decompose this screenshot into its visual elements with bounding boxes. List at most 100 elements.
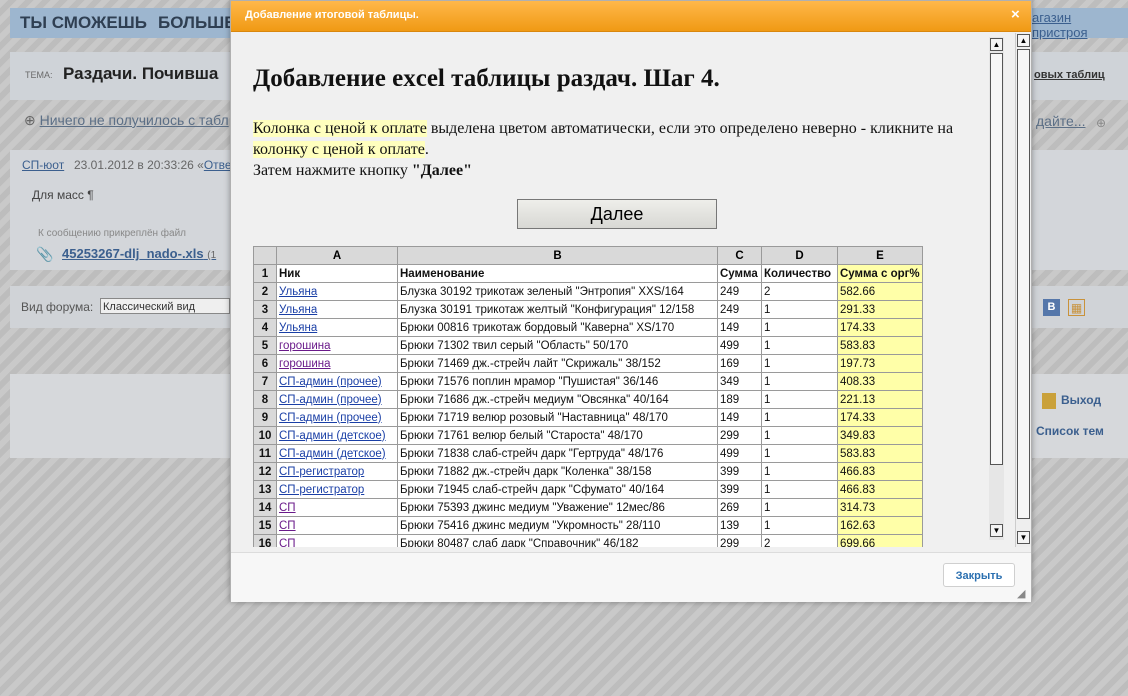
cell-total[interactable]: 583.83: [837, 444, 923, 463]
cell-sum[interactable]: 149: [717, 408, 762, 427]
cell-qty[interactable]: 1: [761, 498, 838, 517]
cell-sum[interactable]: 149: [717, 318, 762, 337]
nav-tab-more[interactable]: БОЛЬШЕ: [158, 13, 236, 33]
cell-qty[interactable]: 1: [761, 318, 838, 337]
cell-sum[interactable]: 169: [717, 354, 762, 373]
nick-link[interactable]: СП-админ (прочее): [279, 412, 382, 424]
cell-sum[interactable]: 299: [717, 534, 762, 547]
cell-sum[interactable]: 349: [717, 372, 762, 391]
cell-total[interactable]: 582.66: [837, 282, 923, 301]
cell-qty[interactable]: 1: [761, 516, 838, 535]
cell-nick[interactable]: Ульяна: [276, 282, 398, 301]
cell-nick[interactable]: СП-админ (прочее): [276, 408, 398, 427]
nick-link[interactable]: Ульяна: [279, 286, 317, 298]
outer-scroll-up-icon[interactable]: ▲: [1017, 34, 1030, 47]
nick-link[interactable]: СП-админ (прочее): [279, 394, 382, 406]
cell-name[interactable]: Брюки 71882 дж.-стрейч дарк "Коленка" 38…: [397, 462, 718, 481]
outer-scroll-down-icon[interactable]: ▼: [1017, 531, 1030, 544]
cell-qty[interactable]: 1: [761, 426, 838, 445]
nick-link[interactable]: СП: [279, 502, 296, 514]
cell-qty[interactable]: 1: [761, 354, 838, 373]
prev-topic-link[interactable]: ⊕ Ничего не получилось с табл: [24, 112, 229, 129]
cell-nick[interactable]: горошина: [276, 354, 398, 373]
cell-name[interactable]: Брюки 71945 слаб-стрейч дарк "Сфумато" 4…: [397, 480, 718, 499]
cell-nick[interactable]: Ульяна: [276, 318, 398, 337]
cell-name[interactable]: Брюки 80487 слаб дарк "Справочник" 46/18…: [397, 534, 718, 547]
cell-name[interactable]: Блузка 30192 трикотаж зеленый "Энтропия"…: [397, 282, 718, 301]
cell-total[interactable]: 466.83: [837, 462, 923, 481]
cell-qty[interactable]: 1: [761, 480, 838, 499]
cell-name[interactable]: Брюки 00816 трикотаж бордовый "Каверна" …: [397, 318, 718, 337]
col-header-e[interactable]: E: [837, 246, 923, 265]
cell-sum[interactable]: 269: [717, 498, 762, 517]
cell-qty[interactable]: 1: [761, 462, 838, 481]
col-header-b[interactable]: B: [397, 246, 718, 265]
cell-sum[interactable]: 139: [717, 516, 762, 535]
cell-total[interactable]: 466.83: [837, 480, 923, 499]
cell-nick[interactable]: СП-админ (прочее): [276, 390, 398, 409]
header-nick[interactable]: Ник: [276, 264, 398, 283]
nick-link[interactable]: горошина: [279, 340, 331, 352]
header-sum[interactable]: Сумма: [717, 264, 762, 283]
cell-qty[interactable]: 1: [761, 372, 838, 391]
cell-name[interactable]: Брюки 71686 дж.-стрейч медиум "Овсянка" …: [397, 390, 718, 409]
cell-nick[interactable]: Ульяна: [276, 300, 398, 319]
cell-total[interactable]: 349.83: [837, 426, 923, 445]
cell-name[interactable]: Брюки 71576 поплин мрамор "Пушистая" 36/…: [397, 372, 718, 391]
cell-qty[interactable]: 2: [761, 534, 838, 547]
nick-link[interactable]: Ульяна: [279, 304, 317, 316]
cell-sum[interactable]: 189: [717, 390, 762, 409]
nick-link[interactable]: СП-админ (прочее): [279, 376, 382, 388]
cell-nick[interactable]: СП: [276, 498, 398, 517]
cell-total[interactable]: 174.33: [837, 408, 923, 427]
outer-scroll-thumb[interactable]: [1017, 49, 1030, 519]
nick-link[interactable]: СП-регистратор: [279, 466, 364, 478]
cell-sum[interactable]: 399: [717, 480, 762, 499]
forum-view-select[interactable]: Классический вид: [100, 298, 230, 314]
cell-name[interactable]: Брюки 75416 джинс медиум "Укромность" 28…: [397, 516, 718, 535]
inner-scrollbar[interactable]: ▲ ▼: [989, 37, 1004, 540]
topic-right-link[interactable]: овых таблиц: [1034, 69, 1105, 81]
attachment-file-link[interactable]: 45253267-dlj_nado-.xls (1: [62, 246, 216, 261]
cell-name[interactable]: Брюки 71719 велюр розовый "Наставница" 4…: [397, 408, 718, 427]
shop-link[interactable]: агазин пристроя: [1032, 10, 1128, 40]
cell-total[interactable]: 699.66: [837, 534, 923, 547]
cell-nick[interactable]: СП-админ (прочее): [276, 372, 398, 391]
cell-qty[interactable]: 2: [761, 282, 838, 301]
cell-sum[interactable]: 499: [717, 444, 762, 463]
cell-nick[interactable]: СП-админ (детское): [276, 444, 398, 463]
cell-total[interactable]: 221.13: [837, 390, 923, 409]
topics-list-link[interactable]: Список тем: [1036, 424, 1104, 438]
cell-sum[interactable]: 499: [717, 336, 762, 355]
cell-nick[interactable]: горошина: [276, 336, 398, 355]
cell-nick[interactable]: СП-админ (детское): [276, 426, 398, 445]
cell-total[interactable]: 174.33: [837, 318, 923, 337]
cell-qty[interactable]: 1: [761, 444, 838, 463]
prev-topic-text[interactable]: Ничего не получилось с табл: [40, 112, 229, 128]
cell-name[interactable]: Брюки 75393 джинс медиум "Уважение" 12ме…: [397, 498, 718, 517]
cell-qty[interactable]: 1: [761, 408, 838, 427]
post-author[interactable]: СП-юот: [22, 158, 64, 172]
grid-icon[interactable]: ▦: [1068, 299, 1085, 316]
cell-total[interactable]: 314.73: [837, 498, 923, 517]
next-topic-link[interactable]: дайте...: [1036, 113, 1086, 129]
nick-link[interactable]: Ульяна: [279, 322, 317, 334]
cell-qty[interactable]: 1: [761, 336, 838, 355]
col-header-d[interactable]: D: [761, 246, 838, 265]
cell-name[interactable]: Блузка 30191 трикотаж желтый "Конфигурац…: [397, 300, 718, 319]
resize-grip-icon[interactable]: ◢: [1017, 587, 1025, 600]
header-name[interactable]: Наименование: [397, 264, 718, 283]
cell-total[interactable]: 197.73: [837, 354, 923, 373]
cell-total[interactable]: 583.83: [837, 336, 923, 355]
next-button[interactable]: Далее: [517, 199, 717, 229]
cell-sum[interactable]: 399: [717, 462, 762, 481]
cell-nick[interactable]: СП-регистратор: [276, 462, 398, 481]
attachment-file-name[interactable]: 45253267-dlj_nado-.xls: [62, 246, 204, 261]
reply-link[interactable]: Отве: [204, 158, 232, 172]
cell-sum[interactable]: 299: [717, 426, 762, 445]
close-button[interactable]: Закрыть: [943, 563, 1015, 587]
nick-link[interactable]: СП-админ (детское): [279, 448, 386, 460]
nick-link[interactable]: горошина: [279, 358, 331, 370]
cell-total[interactable]: 291.33: [837, 300, 923, 319]
header-total[interactable]: Сумма с орг%: [837, 264, 923, 283]
